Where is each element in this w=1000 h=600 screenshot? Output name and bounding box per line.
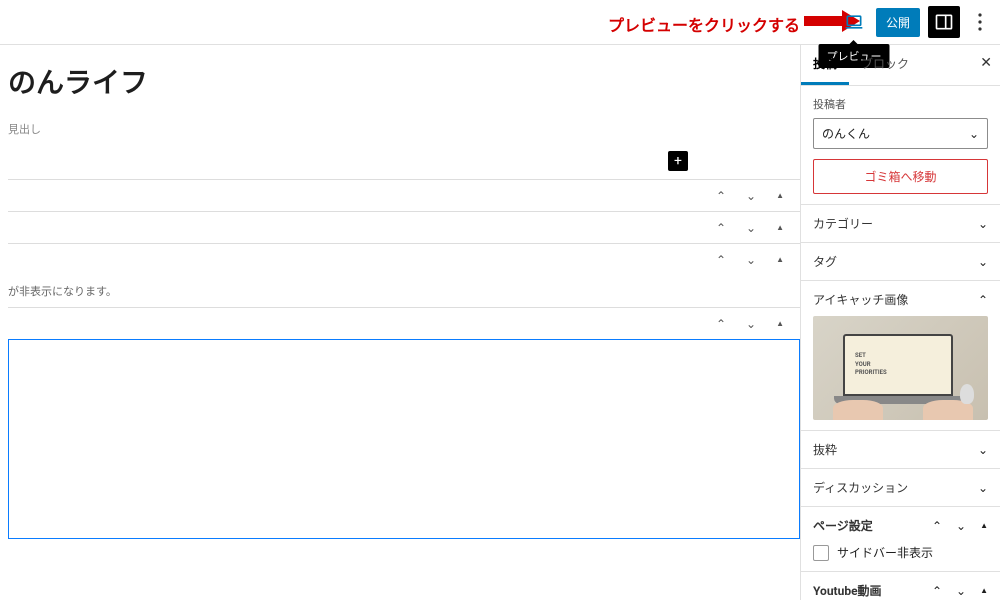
triangle-up-icon[interactable]: ▲ [776,191,784,200]
chevron-down-icon: ⌄ [978,443,988,457]
hand-illustration [833,400,883,420]
top-toolbar: プレビューをクリックする プレビュー 公開 [0,0,1000,45]
chevron-down-icon: ⌄ [978,255,988,269]
heading-block-placeholder[interactable]: 見出し [8,121,800,137]
featured-image-preview[interactable]: SET YOUR PRIORITIES [813,316,988,420]
laptop-illustration: SET YOUR PRIORITIES [843,334,963,410]
close-sidebar-button[interactable]: ✕ [980,55,992,71]
block-panel-row: ⌃ ⌄ ▲ [8,211,800,243]
post-title[interactable]: のんライフ [8,61,800,101]
annotation-instruction: プレビューをクリックする [608,12,800,36]
chevron-down-icon[interactable]: ⌄ [746,253,756,267]
chevron-up-icon[interactable]: ⌃ [932,584,942,598]
triangle-up-icon[interactable]: ▲ [776,255,784,264]
mouse-illustration [960,384,974,404]
settings-panel-toggle[interactable] [928,6,960,38]
featured-image-header[interactable]: アイキャッチ画像 ⌃ [813,291,988,308]
editor-canvas: のんライフ 見出し + ⌃ ⌄ ▲ ⌃ ⌄ ▲ ⌃ ⌄ ▲ が非表示になります。… [0,45,800,600]
trash-button[interactable]: ゴミ箱へ移動 [813,159,988,194]
tab-post[interactable]: 投稿 [801,45,849,85]
chevron-up-icon[interactable]: ⌃ [716,317,726,331]
preview-button[interactable]: プレビュー [840,8,868,36]
chevron-up-icon: ⌃ [978,293,988,307]
publish-button[interactable]: 公開 [876,8,920,37]
discussion-panel[interactable]: ディスカッション ⌄ [801,469,1000,507]
excerpt-title: 抜粋 [813,441,837,458]
visibility-note: が非表示になります。 [8,283,784,299]
featured-image-panel: アイキャッチ画像 ⌃ SET YOUR PRIORITIES [801,281,1000,431]
chevron-down-icon[interactable]: ⌄ [746,189,756,203]
selected-block[interactable] [8,339,800,539]
tag-panel[interactable]: タグ ⌄ [801,243,1000,281]
author-label: 投稿者 [813,96,988,112]
author-select[interactable]: のんくん ⌄ [813,118,988,149]
triangle-up-icon[interactable]: ▲ [980,586,988,595]
category-title: カテゴリー [813,215,873,232]
block-visibility-note-row: が非表示になります。 [8,275,800,307]
category-panel[interactable]: カテゴリー ⌄ [801,205,1000,243]
page-settings-panel: ページ設定 ⌃ ⌄ ▲ サイドバー非表示 [801,507,1000,572]
excerpt-panel[interactable]: 抜粋 ⌄ [801,431,1000,469]
sidebar-hide-option[interactable]: サイドバー非表示 [813,544,988,561]
triangle-up-icon[interactable]: ▲ [776,319,784,328]
chevron-down-icon[interactable]: ⌄ [956,584,966,598]
featured-image-title: アイキャッチ画像 [813,291,908,308]
block-panel-row: ⌃ ⌄ ▲ [8,179,800,211]
chevron-up-icon[interactable]: ⌃ [932,519,942,533]
chevron-down-icon: ⌄ [969,127,979,141]
more-options-button[interactable] [968,6,992,38]
block-panel-row: ⌃ ⌄ ▲ [8,243,800,275]
add-block-button[interactable]: + [668,151,688,171]
chevron-up-icon[interactable]: ⌃ [716,189,726,203]
author-section: 投稿者 のんくん ⌄ ゴミ箱へ移動 [801,86,1000,205]
add-block-row: + [8,151,800,171]
youtube-title: Youtube動画 [813,582,882,599]
chevron-down-icon: ⌄ [978,481,988,495]
checkbox-icon[interactable] [813,545,829,561]
sidebar-tabs: 投稿 ブロック ✕ [801,45,1000,86]
chevron-down-icon[interactable]: ⌄ [956,519,966,533]
youtube-panel[interactable]: Youtube動画 ⌃ ⌄ ▲ [801,572,1000,600]
chevron-down-icon[interactable]: ⌄ [746,221,756,235]
chevron-up-icon[interactable]: ⌃ [716,253,726,267]
tab-block[interactable]: ブロック [849,45,921,85]
chevron-down-icon: ⌄ [978,217,988,231]
main-layout: のんライフ 見出し + ⌃ ⌄ ▲ ⌃ ⌄ ▲ ⌃ ⌄ ▲ が非表示になります。… [0,45,1000,600]
author-value: のんくん [822,125,870,142]
triangle-up-icon[interactable]: ▲ [776,223,784,232]
sidebar-hide-label: サイドバー非表示 [837,544,933,561]
chevron-down-icon[interactable]: ⌄ [746,317,756,331]
settings-sidebar: 投稿 ブロック ✕ 投稿者 のんくん ⌄ ゴミ箱へ移動 カテゴリー ⌄ タグ ⌄ [800,45,1000,600]
triangle-up-icon[interactable]: ▲ [980,521,988,530]
chevron-up-icon[interactable]: ⌃ [716,221,726,235]
tag-title: タグ [813,253,837,270]
page-settings-header[interactable]: ページ設定 ⌃ ⌄ ▲ [813,517,988,534]
block-panel-row: ⌃ ⌄ ▲ [8,307,800,339]
page-settings-title: ページ設定 [813,517,873,534]
discussion-title: ディスカッション [813,479,908,496]
